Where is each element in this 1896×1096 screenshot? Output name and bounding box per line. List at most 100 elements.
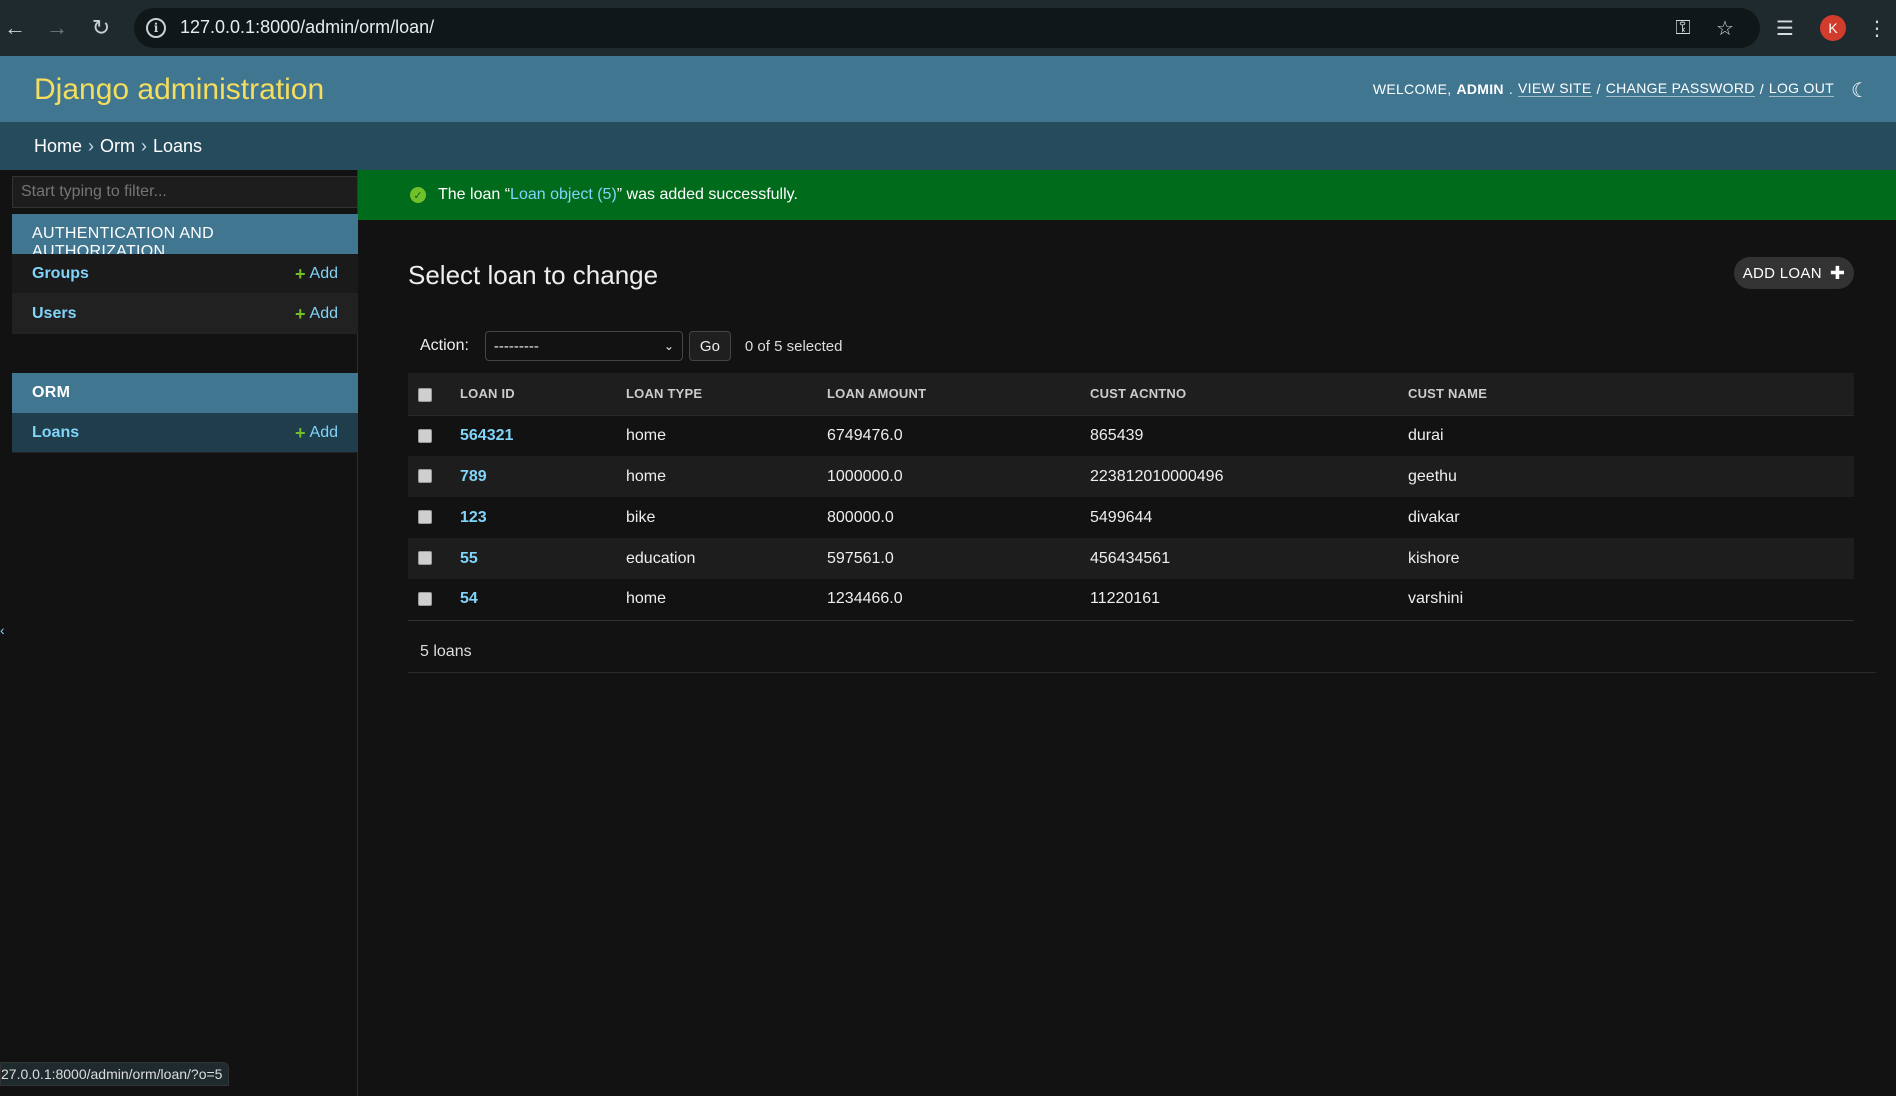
sidebar-filter-input[interactable] bbox=[12, 176, 358, 208]
cust-name-cell: varshini bbox=[1408, 590, 1464, 608]
column-header-cust-name[interactable]: CUST NAME bbox=[1398, 373, 1854, 415]
select-all-checkbox-cell bbox=[408, 373, 450, 415]
row-checkbox[interactable] bbox=[418, 428, 432, 443]
browser-menu-icon[interactable]: ⋮ bbox=[1862, 13, 1892, 43]
add-label[interactable]: Add bbox=[310, 305, 338, 323]
row-checkbox-cell bbox=[408, 538, 450, 579]
row-checkbox[interactable] bbox=[418, 592, 432, 607]
column-header-loan-type[interactable]: LOAN TYPE bbox=[616, 373, 817, 415]
loan-id-link[interactable]: 54 bbox=[450, 579, 616, 620]
table-header-row: LOAN ID LOAN TYPE LOAN AMOUNT CUST ACNTN… bbox=[408, 373, 1854, 415]
cust-acntno-cell: 223812010000496 bbox=[1090, 467, 1224, 485]
breadcrumb-separator: › bbox=[141, 135, 148, 156]
sidebar-item-groups[interactable]: Groups + Add bbox=[12, 254, 358, 294]
row-checkbox[interactable] bbox=[418, 510, 432, 525]
loan-id-link[interactable]: 55 bbox=[450, 538, 616, 579]
table-row: 55 education 597561.0 456434561 kishore bbox=[408, 538, 1854, 579]
sidebar-item-label[interactable]: Users bbox=[32, 305, 295, 323]
cust-name-cell: kishore bbox=[1408, 549, 1460, 567]
nav-sidebar: AUTHENTICATION AND AUTHORIZATION Groups … bbox=[0, 170, 358, 1096]
theme-toggle-moon-icon[interactable]: ☾ bbox=[1848, 78, 1872, 102]
loan-amount-cell: 1000000.0 bbox=[827, 467, 903, 485]
breadcrumb: Home › Orm › Loans bbox=[0, 122, 1896, 170]
go-button[interactable]: Go bbox=[688, 331, 731, 361]
sidebar-item-loans[interactable]: Loans + Add bbox=[12, 413, 358, 453]
column-header-loan-amount[interactable]: LOAN AMOUNT bbox=[817, 373, 1080, 415]
loan-type-cell: home bbox=[626, 467, 667, 485]
page-title: Select loan to change bbox=[408, 260, 659, 290]
actions-bar: Action: --------- ⌄ Go 0 of 5 selected bbox=[408, 320, 1854, 372]
loan-amount-cell: 597561.0 bbox=[827, 549, 894, 567]
row-checkbox-cell bbox=[408, 415, 450, 456]
breadcrumb-home[interactable]: Home bbox=[34, 136, 82, 157]
add-loan-label[interactable]: ADD LOAN bbox=[1743, 265, 1822, 282]
cust-acntno-cell: 11220161 bbox=[1090, 590, 1160, 608]
breadcrumb-current: Loans bbox=[153, 135, 203, 156]
action-select[interactable]: --------- ⌄ bbox=[484, 331, 683, 361]
browser-toolbar: ← → ↻ i 127.0.0.1:8000/admin/orm/loan/ ⚿… bbox=[0, 0, 1896, 56]
site-info-icon[interactable]: i bbox=[146, 18, 166, 38]
row-checkbox[interactable] bbox=[418, 469, 432, 484]
cust-name-cell: divakar bbox=[1408, 508, 1460, 526]
loan-type-cell: home bbox=[626, 590, 667, 608]
table-row: 123 bike 800000.0 5499644 divakar bbox=[408, 497, 1854, 538]
loan-id-link[interactable]: 564321 bbox=[450, 415, 616, 456]
sidebar-item-label[interactable]: Loans bbox=[32, 424, 295, 442]
table-row: 789 home 1000000.0 223812010000496 geeth… bbox=[408, 456, 1854, 497]
address-bar[interactable]: i 127.0.0.1:8000/admin/orm/loan/ ⚿ ☆ bbox=[134, 8, 1760, 48]
loan-amount-cell: 6749476.0 bbox=[827, 426, 903, 444]
loan-amount-cell: 800000.0 bbox=[827, 508, 894, 526]
loan-type-cell: bike bbox=[626, 508, 656, 526]
add-label[interactable]: Add bbox=[310, 424, 338, 442]
row-checkbox-cell bbox=[408, 579, 450, 620]
column-header-cust-acntno[interactable]: CUST ACNTNO bbox=[1080, 373, 1398, 415]
sidebar-item-label[interactable]: Groups bbox=[32, 265, 295, 283]
message-text: The loan “Loan object (5)” was added suc… bbox=[438, 186, 798, 203]
row-checkbox-cell bbox=[408, 497, 450, 538]
action-selected-value[interactable]: --------- bbox=[494, 338, 539, 355]
username: ADMIN bbox=[1456, 80, 1504, 97]
app-header-orm[interactable]: ORM bbox=[12, 373, 358, 413]
success-message: ✓ The loan “Loan object (5)” was added s… bbox=[358, 170, 1896, 220]
view-site-link[interactable]: VIEW SITE bbox=[1518, 80, 1592, 97]
welcome-text: WELCOME, bbox=[1372, 80, 1452, 97]
tab-search-icon[interactable]: ☰ bbox=[1770, 13, 1800, 43]
cust-name-cell: geethu bbox=[1408, 467, 1457, 485]
cust-acntno-cell: 865439 bbox=[1090, 426, 1144, 444]
cust-acntno-cell: 5499644 bbox=[1090, 508, 1153, 526]
chevron-down-icon: ⌄ bbox=[663, 339, 674, 353]
column-header-loan-id[interactable]: LOAN ID bbox=[450, 373, 616, 415]
breadcrumb-app[interactable]: Orm bbox=[100, 136, 135, 157]
app-header-auth[interactable]: AUTHENTICATION AND AUTHORIZATION bbox=[12, 214, 358, 260]
loan-type-cell: home bbox=[626, 426, 667, 444]
loan-object-link[interactable]: Loan object (5) bbox=[510, 186, 617, 203]
profile-avatar[interactable]: K bbox=[1820, 15, 1846, 41]
add-loan-button[interactable]: ADD LOAN ✚ bbox=[1734, 257, 1854, 289]
address-bar-url[interactable]: 127.0.0.1:8000/admin/orm/loan/ bbox=[180, 17, 434, 38]
log-out-link[interactable]: LOG OUT bbox=[1768, 80, 1834, 97]
sidebar-item-users[interactable]: Users + Add bbox=[12, 294, 358, 334]
add-label[interactable]: Add bbox=[310, 265, 338, 283]
forward-arrow-icon[interactable]: → bbox=[42, 13, 72, 43]
plus-icon: + bbox=[295, 422, 306, 443]
site-title[interactable]: Django administration bbox=[34, 73, 324, 107]
action-label: Action: bbox=[420, 337, 469, 354]
change-password-link[interactable]: CHANGE PASSWORD bbox=[1605, 80, 1755, 97]
sidebar-collapse-icon[interactable]: ‹ bbox=[0, 622, 5, 638]
bookmark-star-icon[interactable]: ☆ bbox=[1712, 15, 1738, 41]
plus-icon: + bbox=[295, 263, 306, 284]
add-users-link[interactable]: + Add bbox=[295, 305, 338, 323]
add-groups-link[interactable]: + Add bbox=[295, 265, 338, 283]
back-arrow-icon[interactable]: ← bbox=[0, 13, 30, 43]
add-loans-link[interactable]: + Add bbox=[295, 424, 338, 442]
action-counter: 0 of 5 selected bbox=[744, 337, 843, 355]
reload-icon[interactable]: ↻ bbox=[86, 13, 116, 43]
loan-id-link[interactable]: 123 bbox=[450, 497, 616, 538]
results-table: LOAN ID LOAN TYPE LOAN AMOUNT CUST ACNTN… bbox=[408, 373, 1854, 621]
loan-id-link[interactable]: 789 bbox=[450, 456, 616, 497]
row-checkbox[interactable] bbox=[418, 551, 432, 566]
select-all-checkbox[interactable] bbox=[418, 387, 432, 402]
user-tools: WELCOME, ADMIN. VIEW SITE / CHANGE PASSW… bbox=[1372, 80, 1834, 97]
check-circle-icon: ✓ bbox=[410, 187, 426, 203]
password-key-icon[interactable]: ⚿ bbox=[1670, 15, 1696, 41]
